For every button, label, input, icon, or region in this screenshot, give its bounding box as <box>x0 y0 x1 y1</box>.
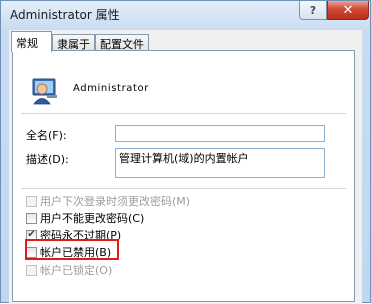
option-label: 用户不能更改密码(C) <box>40 212 145 225</box>
window-title: Administrator 属性 <box>10 8 120 22</box>
account-name: Administrator <box>73 83 149 94</box>
description-label: 描述(D): <box>26 153 69 166</box>
option-label: 密码永不过期(P) <box>40 229 122 242</box>
help-button[interactable]: ? <box>299 1 327 20</box>
fullname-label: 全名(F): <box>26 129 67 142</box>
divider <box>21 113 346 114</box>
tab-general[interactable]: 常规 <box>11 31 52 52</box>
checkbox[interactable] <box>26 264 37 276</box>
option-account-disabled[interactable]: 帐户已禁用(B) <box>26 245 111 259</box>
general-tab-panel: Administrator 全名(F): 描述(D): 管理计算机(域)的内置帐… <box>12 50 355 302</box>
fullname-field[interactable] <box>115 125 325 142</box>
option-account-locked[interactable]: 帐户已锁定(O) <box>26 263 112 277</box>
option-label: 用户下次登录时须更改密码(M) <box>40 195 191 208</box>
checkbox[interactable] <box>26 212 37 224</box>
tab-member-of[interactable]: 隶属于 <box>52 34 95 51</box>
help-icon: ? <box>309 3 317 17</box>
option-label: 帐户已锁定(O) <box>40 264 113 277</box>
title-bar[interactable]: Administrator 属性 ? ✕ <box>1 1 370 25</box>
option-password-never-expires[interactable]: ✔ 密码永不过期(P) <box>26 228 121 242</box>
checkbox[interactable] <box>26 246 37 258</box>
tab-general-label: 常规 <box>16 37 38 50</box>
tab-profile[interactable]: 配置文件 <box>95 34 149 51</box>
close-button[interactable]: ✕ <box>327 1 369 20</box>
option-cannot-change-password[interactable]: 用户不能更改密码(C) <box>26 211 144 225</box>
option-must-change-password[interactable]: 用户下次登录时须更改密码(M) <box>26 194 190 208</box>
dialog-client-area: 常规 隶属于 配置文件 Administrator 全名(F): 描述(D): <box>9 30 362 304</box>
divider <box>21 188 346 189</box>
properties-dialog: Administrator 属性 ? ✕ 常规 隶属于 配置文件 Adminis… <box>0 0 371 304</box>
user-account-icon <box>32 78 57 105</box>
checkbox[interactable] <box>26 195 37 207</box>
close-icon: ✕ <box>342 2 354 18</box>
option-label: 帐户已禁用(B) <box>40 246 112 259</box>
description-field[interactable]: 管理计算机(域)的内置帐户 <box>115 148 325 178</box>
checkbox-checked[interactable]: ✔ <box>26 229 37 241</box>
